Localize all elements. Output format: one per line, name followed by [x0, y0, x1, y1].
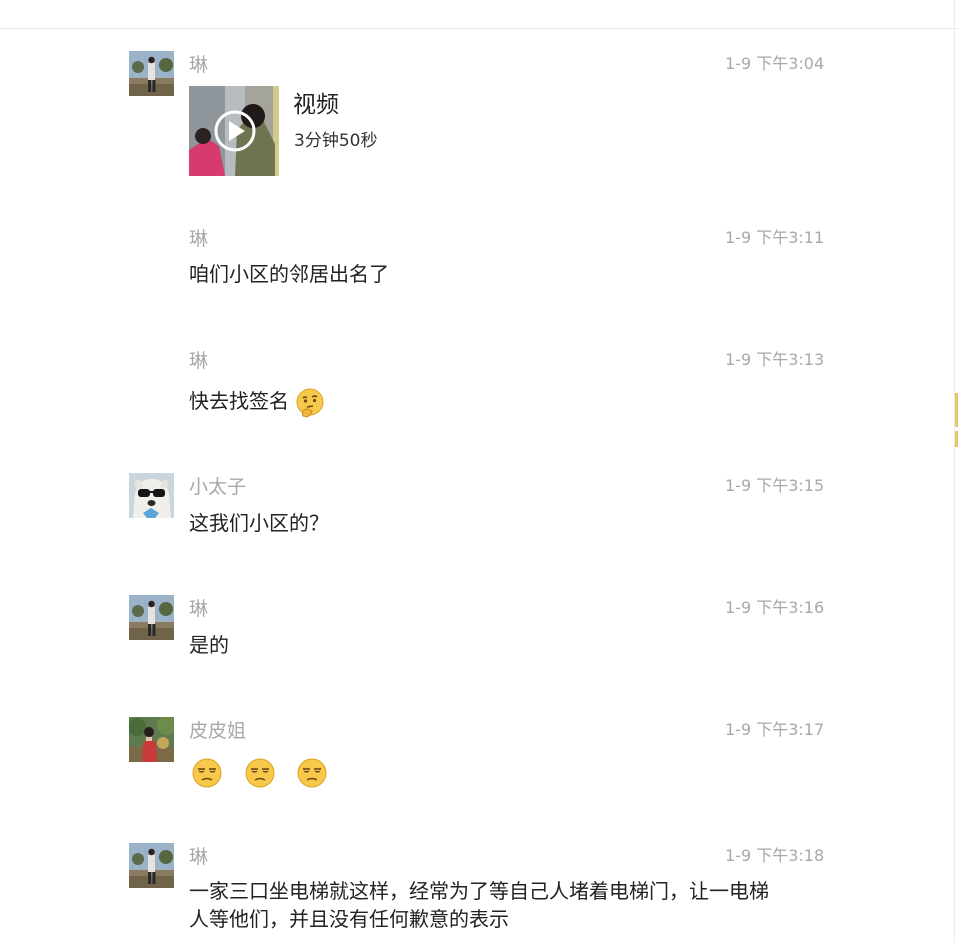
thinking-face-icon: [296, 388, 324, 418]
message-time: 1-9 下午3:04: [725, 54, 825, 73]
chat-page: 琳 1-9 下午3:04 视频 3分钟50秒 琳 1-9 下午3:11 咱们小区…: [0, 0, 958, 942]
unamused-face-icon: [297, 758, 327, 787]
video-card[interactable]: 视频 3分钟50秒: [189, 86, 489, 178]
chat-message: 皮皮姐 1-9 下午3:17: [0, 717, 958, 797]
avatar-lin[interactable]: [129, 595, 174, 640]
message-time: 1-9 下午3:17: [725, 720, 825, 739]
message-text: 一家三口坐电梯就这样，经常为了等自己人堵着电梯门，让一电梯人等他们，并且没有任何…: [189, 879, 769, 931]
chat-message: 琳 1-9 下午3:18 一家三口坐电梯就这样，经常为了等自己人堵着电梯门，让一…: [0, 843, 958, 942]
top-divider: [0, 28, 958, 29]
video-duration: 3分钟50秒: [294, 131, 378, 151]
message-text: 快去找签名: [189, 387, 325, 418]
avatar-pipi[interactable]: [129, 717, 174, 762]
message-time: 1-9 下午3:18: [725, 846, 825, 865]
chat-message: 琳 1-9 下午3:16 是的: [0, 595, 958, 665]
chat-message: 琳 1-9 下午3:11 咱们小区的邻居出名了: [0, 225, 958, 295]
video-title: 视频: [293, 92, 339, 118]
message-time: 1-9 下午3:13: [725, 350, 825, 369]
message-text: 是的: [189, 633, 229, 657]
message-text: 这我们小区的？: [189, 511, 329, 535]
sender-name: 琳: [189, 54, 209, 76]
avatar-lin[interactable]: [129, 51, 174, 96]
chat-message: 琳 1-9 下午3:04 视频 3分钟50秒: [0, 51, 958, 181]
sender-name: 皮皮姐: [189, 720, 247, 742]
message-time: 1-9 下午3:11: [725, 228, 825, 247]
avatar-lin[interactable]: [129, 843, 174, 888]
chat-message: 小太子 1-9 下午3:15 这我们小区的？: [0, 473, 958, 543]
sender-name: 琳: [189, 846, 209, 868]
video-thumbnail[interactable]: [189, 86, 279, 176]
sender-name: 琳: [189, 598, 209, 620]
message-text: 咱们小区的邻居出名了: [189, 262, 389, 286]
unamused-face-icon: [192, 758, 222, 787]
message-time: 1-9 下午3:16: [725, 598, 825, 617]
message-time: 1-9 下午3:15: [725, 476, 825, 495]
emoji-row: [192, 757, 327, 788]
chat-message: 琳 1-9 下午3:13 快去找签名: [0, 347, 958, 427]
unamused-face-icon: [245, 758, 275, 787]
avatar-dog[interactable]: [129, 473, 174, 518]
sender-name: 小太子: [189, 476, 247, 498]
sender-name: 琳: [189, 350, 209, 372]
sender-name: 琳: [189, 228, 209, 250]
message-text-content: 快去找签名: [189, 389, 289, 413]
